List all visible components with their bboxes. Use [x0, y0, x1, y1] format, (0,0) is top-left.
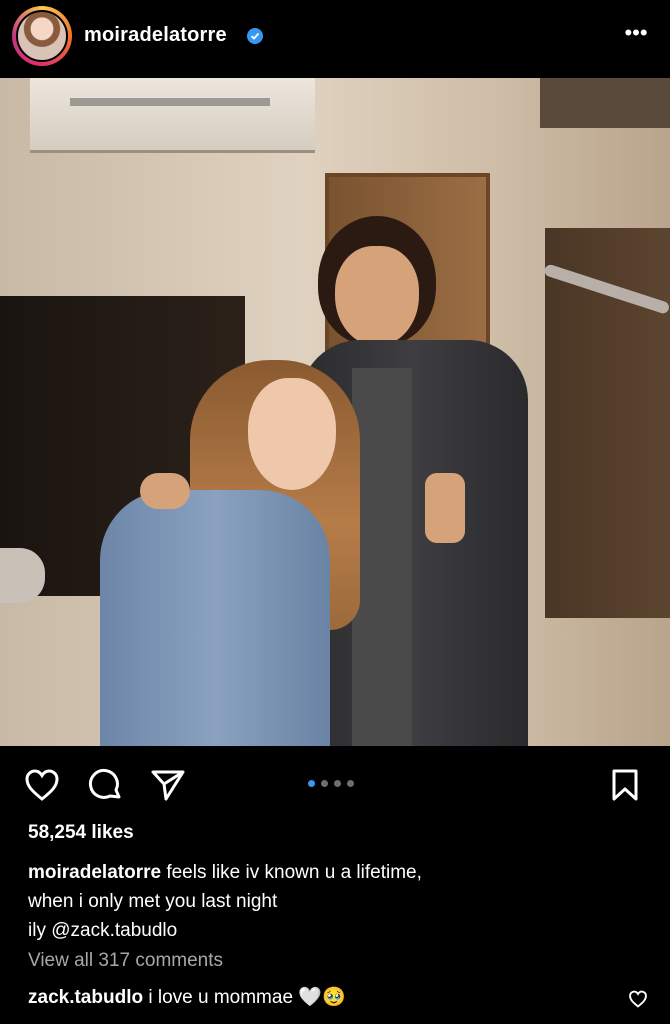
air-conditioner: [30, 78, 315, 153]
man-face: [335, 246, 419, 346]
comment-icon[interactable]: [88, 768, 124, 809]
carousel-indicator: [308, 780, 354, 787]
man-shirt: [352, 368, 412, 746]
likes-count[interactable]: 58,254 likes: [28, 822, 134, 844]
caption-line-2: when i only met you last night: [28, 891, 278, 912]
left-microphone: [0, 548, 45, 603]
share-icon[interactable]: [150, 768, 186, 807]
post-header: moiradelatorre •••: [0, 0, 670, 76]
man-hand-on-shoulder: [140, 473, 190, 509]
woman-face: [248, 378, 336, 490]
post-username[interactable]: moiradelatorre: [84, 24, 227, 47]
peace-hand: [425, 473, 465, 543]
verified-badge-icon: [247, 28, 263, 44]
post-caption: moiradelatorre feels like iv known u a l…: [28, 858, 628, 945]
post-photo[interactable]: [0, 78, 670, 746]
carousel-dot-3: [334, 780, 341, 787]
carousel-dot-1: [308, 780, 315, 787]
comment-emoji: 🤍🥹: [298, 987, 346, 1008]
carousel-dot-2: [321, 780, 328, 787]
woman-denim-jacket: [100, 490, 330, 746]
comment: zack.tabudlo i love u mommae 🤍🥹: [28, 985, 346, 1009]
comment-username[interactable]: zack.tabudlo: [28, 987, 143, 1008]
comment-text: i love u mommae: [148, 987, 294, 1008]
bookmark-icon[interactable]: [610, 768, 640, 807]
view-all-comments-link[interactable]: View all 317 comments: [28, 950, 223, 972]
avatar-image: [16, 10, 68, 62]
heart-icon[interactable]: [24, 768, 60, 807]
carousel-dot-4: [347, 780, 354, 787]
ac-vent: [70, 98, 270, 106]
ceiling-shadow: [540, 78, 670, 128]
caption-line-3: ily @zack.tabudlo: [28, 920, 178, 941]
more-options-icon[interactable]: •••: [622, 22, 650, 48]
comment-like-heart-icon[interactable]: [628, 990, 648, 1013]
avatar[interactable]: [12, 6, 72, 66]
caption-username[interactable]: moiradelatorre: [28, 862, 161, 883]
caption-line-1: feels like iv known u a lifetime,: [166, 862, 422, 883]
